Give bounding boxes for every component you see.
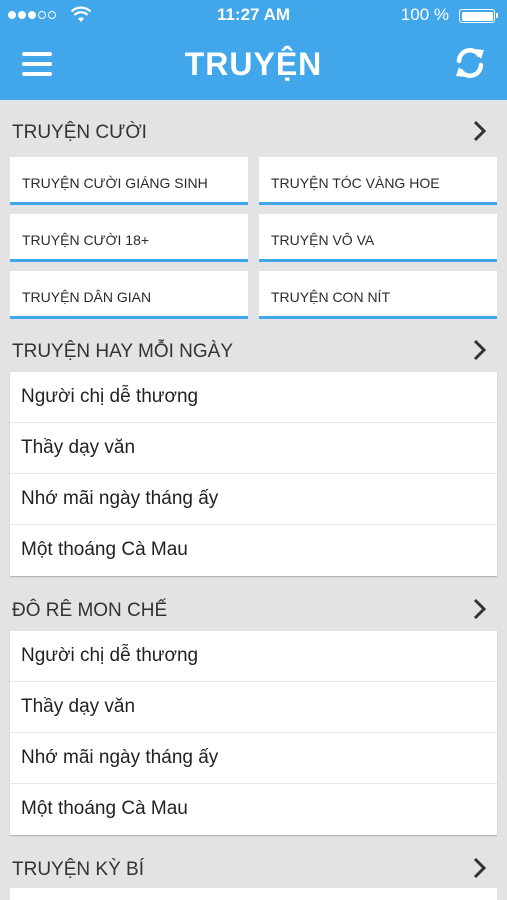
story-list: Người chị dễ thương Thầy dạy văn Nhớ mãi… — [10, 372, 497, 576]
chevron-right-icon — [473, 598, 487, 620]
status-bar: 11:27 AM 100 % — [0, 0, 507, 30]
category-tile[interactable]: TRUYỆN CƯỜI 18+ — [10, 214, 248, 262]
list-item-title: Nhớ mãi ngày tháng ấy — [21, 747, 219, 768]
list-item-title: Một thoáng Cà Mau — [21, 539, 188, 560]
list-item[interactable]: Một thoáng Cà Mau — [10, 525, 497, 576]
app-header: 11:27 AM 100 % TRUYỆN — [0, 0, 507, 100]
section-header-truyen-hay-moi-ngay[interactable]: TRUYỆN HAY MỖI NGÀY — [0, 327, 507, 373]
category-tile[interactable]: TRUYỆN CƯỜI GIÁNG SINH — [10, 157, 248, 205]
category-tile-label: TRUYỆN CƯỜI 18+ — [22, 232, 150, 248]
category-tile-label: TRUYỆN TÓC VÀNG HOE — [271, 175, 440, 191]
chevron-right-icon — [473, 120, 487, 142]
list-item-title: Người chị dễ thương — [21, 645, 199, 666]
list-item-title: Thầy dạy văn — [21, 696, 136, 717]
category-tile[interactable]: TRUYỆN TÓC VÀNG HOE — [259, 157, 497, 205]
section-header-do-re-mon-che[interactable]: ĐÔ RÊ MON CHẾ — [0, 586, 507, 632]
list-item-title: Người chị dễ thương — [21, 386, 199, 407]
list-item[interactable]: Nhớ mãi ngày tháng ấy — [10, 474, 497, 525]
story-list — [10, 888, 497, 900]
list-item[interactable]: Thầy dạy văn — [10, 423, 497, 474]
category-tile-label: TRUYỆN DÂN GIAN — [22, 289, 152, 305]
category-tile-label: TRUYỆN CƯỜI GIÁNG SINH — [22, 175, 208, 191]
story-list: Người chị dễ thương Thầy dạy văn Nhớ mãi… — [10, 631, 497, 835]
list-item[interactable]: Thầy dạy văn — [10, 682, 497, 733]
category-tile[interactable]: TRUYỆN VÔ VA — [259, 214, 497, 262]
list-item-title: Nhớ mãi ngày tháng ấy — [21, 488, 219, 509]
chevron-right-icon — [473, 339, 487, 361]
list-item[interactable]: Người chị dễ thương — [10, 372, 497, 423]
list-item-title: Một thoáng Cà Mau — [21, 798, 188, 819]
list-item[interactable]: Người chị dễ thương — [10, 631, 497, 682]
list-item-title: Thầy dạy văn — [21, 437, 136, 458]
section-title: TRUYỆN HAY MỖI NGÀY — [12, 341, 233, 362]
page-title: TRUYỆN — [184, 46, 323, 82]
section-header-truyen-cuoi[interactable]: TRUYỆN CƯỜI — [0, 108, 507, 154]
category-tile[interactable]: TRUYỆN DÂN GIAN — [10, 271, 248, 319]
category-tile[interactable]: TRUYỆN CON NÍT — [259, 271, 497, 319]
chevron-right-icon — [473, 857, 487, 879]
battery-icon — [459, 9, 498, 23]
list-item[interactable]: Nhớ mãi ngày tháng ấy — [10, 733, 497, 784]
list-item[interactable]: Một thoáng Cà Mau — [10, 784, 497, 835]
category-tile-label: TRUYỆN VÔ VA — [271, 232, 375, 248]
section-title: ĐÔ RÊ MON CHẾ — [12, 600, 168, 621]
section-title: TRUYỆN CƯỜI — [12, 122, 147, 143]
section-header-truyen-ky-bi[interactable]: TRUYỆN KỲ BÍ — [0, 845, 507, 891]
section-title: TRUYỆN KỲ BÍ — [12, 859, 144, 880]
category-tile-label: TRUYỆN CON NÍT — [271, 289, 390, 305]
battery-percentage: 100 % — [400, 5, 449, 24]
refresh-button[interactable] — [453, 46, 487, 80]
